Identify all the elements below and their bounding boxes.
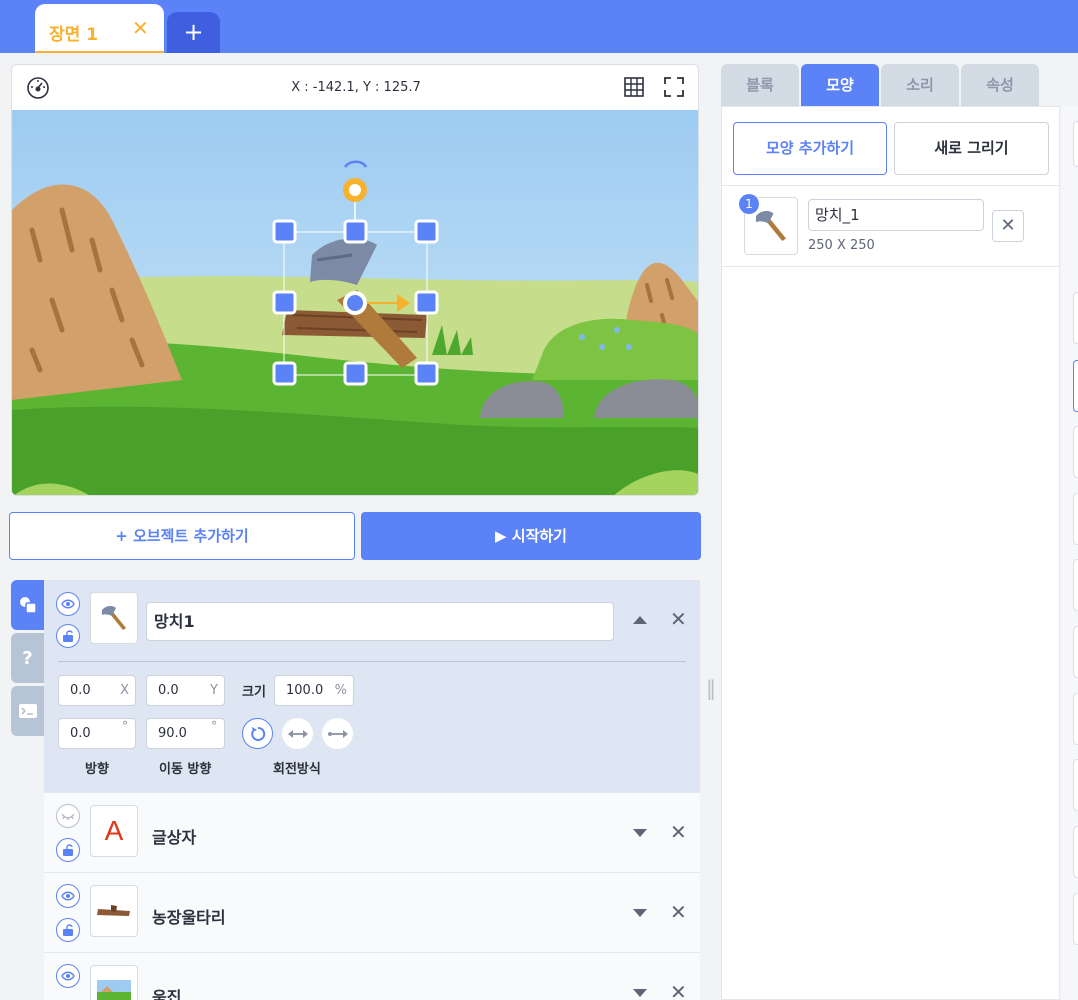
rotate-free-button[interactable] (242, 718, 273, 749)
eye-closed-icon[interactable] (56, 804, 80, 828)
delete-object-icon[interactable]: ✕ (670, 900, 687, 924)
unlock-icon[interactable] (56, 918, 80, 942)
grid-icon[interactable] (623, 76, 645, 98)
editor-control[interactable] (1073, 826, 1078, 878)
object-list: 망치1 ✕ 0.0 X 0.0 Y 크기 100.0% 0.0 ° 90.0 ° 방향 … (44, 580, 700, 1000)
expand-icon[interactable] (633, 829, 647, 837)
collapse-icon[interactable] (633, 616, 647, 624)
direction-field[interactable]: 0.0 ° (58, 718, 136, 749)
stage-header: X : -142.1, Y : 125.7 (12, 65, 698, 110)
list-item[interactable]: A 글상자 ✕ (44, 792, 700, 872)
flip-horizontal-icon (287, 729, 308, 738)
fullscreen-icon[interactable] (663, 76, 685, 98)
editor-control[interactable] (1073, 360, 1078, 412)
rotation-method-label: 회전방식 (273, 762, 321, 777)
object-panel-tabs: ? (11, 580, 44, 739)
object-thumbnail (90, 885, 138, 937)
editor-control[interactable] (1073, 759, 1078, 811)
object-name: 농장울타리 (152, 908, 226, 927)
stage-panel: X : -142.1, Y : 125.7 (11, 64, 699, 496)
help-icon: ? (22, 647, 33, 669)
tab-shapes[interactable]: 모양 (801, 64, 879, 106)
editor-control[interactable] (1073, 693, 1078, 745)
eye-icon[interactable] (56, 884, 80, 908)
start-button[interactable]: ▶ 시작하기 (361, 512, 701, 560)
tab-sounds[interactable]: 소리 (881, 64, 959, 106)
scene-tab-label: 장면 1 (49, 25, 99, 45)
textbox-icon: A (104, 815, 124, 846)
draw-new-button[interactable]: 새로 그리기 (894, 122, 1049, 175)
stage-canvas[interactable] (12, 110, 699, 496)
delete-object-icon[interactable]: ✕ (670, 820, 687, 844)
editor-control[interactable] (1073, 292, 1078, 344)
move-direction-label: 이동 방향 (159, 762, 212, 777)
object-thumbnail: A (90, 805, 138, 857)
fence-icon (97, 905, 130, 916)
rotate-none-button[interactable] (322, 718, 353, 749)
add-scene-button[interactable]: + (167, 12, 220, 53)
selected-object-card[interactable]: 망치1 ✕ 0.0 X 0.0 Y 크기 100.0% 0.0 ° 90.0 ° 방향 … (44, 580, 700, 792)
editor-control[interactable] (1073, 426, 1078, 478)
tab-console[interactable] (11, 686, 44, 736)
shape-name-input[interactable]: 망치_1 (808, 199, 984, 231)
tab-help[interactable]: ? (11, 633, 44, 683)
size-label: 크기 (242, 685, 266, 700)
expand-icon[interactable] (633, 909, 647, 917)
paint-editor-edge (1061, 106, 1078, 1000)
mouse-coordinates: X : -142.1, Y : 125.7 (291, 80, 421, 95)
object-name: 글상자 (152, 828, 197, 847)
tab-properties[interactable]: 속성 (961, 64, 1039, 106)
shape-thumbnail: 1 (739, 194, 798, 255)
eye-icon[interactable] (56, 592, 80, 616)
add-shape-button[interactable]: 모양 추가하기 (733, 122, 887, 175)
object-thumbnail (90, 592, 138, 644)
rotate-icon (250, 726, 265, 741)
objects-icon (19, 597, 37, 614)
x-field[interactable]: 0.0 X (58, 675, 136, 706)
panel-resize-handle[interactable]: ‖ (706, 676, 716, 700)
object-name-input[interactable]: 망치1 (146, 602, 614, 641)
editor-control[interactable] (1073, 121, 1078, 167)
delete-object-icon[interactable]: ✕ (670, 607, 687, 631)
shape-index-badge: 1 (739, 194, 759, 214)
delete-shape-icon[interactable]: ✕ (992, 210, 1024, 242)
divider (58, 661, 686, 662)
tab-objects[interactable] (11, 580, 44, 630)
add-object-button[interactable]: + 오브젝트 추가하기 (9, 512, 355, 560)
delete-object-icon[interactable]: ✕ (670, 980, 687, 1000)
close-icon[interactable]: ✕ (132, 16, 149, 40)
rotate-horizontal-button[interactable] (282, 718, 313, 749)
scene-bar: 장면 1 ✕ + (0, 0, 1078, 53)
object-name: 움집 (152, 988, 182, 1000)
editor-control[interactable] (1073, 493, 1078, 545)
scene-tab[interactable]: 장면 1 ✕ (35, 4, 164, 53)
hammer-icon (102, 605, 126, 630)
shape-size: 250 X 250 (808, 238, 875, 253)
no-rotate-icon (327, 729, 348, 738)
editor-control[interactable] (1073, 626, 1078, 678)
hammer-icon (756, 210, 786, 241)
move-direction-field[interactable]: 90.0 ° (146, 718, 225, 749)
list-item[interactable]: 농장울타리 ✕ (44, 872, 700, 952)
list-item[interactable]: 움집 ✕ (44, 952, 700, 1000)
y-field[interactable]: 0.0 Y (146, 675, 225, 706)
tab-blocks[interactable]: 블록 (721, 64, 799, 106)
direction-label: 방향 (85, 762, 109, 777)
shape-item[interactable]: 1 망치_1 250 X 250 ✕ (722, 185, 1059, 267)
unlock-icon[interactable] (56, 624, 80, 648)
unlock-icon[interactable] (56, 838, 80, 862)
expand-icon[interactable] (633, 989, 647, 997)
hut-icon (97, 980, 131, 1000)
eye-icon[interactable] (56, 964, 80, 988)
editor-control[interactable] (1073, 559, 1078, 611)
console-icon (18, 704, 37, 718)
editor-control[interactable] (1073, 893, 1078, 945)
shape-panel: 모양 추가하기 새로 그리기 1 망치_1 250 X 250 ✕ (721, 106, 1060, 1000)
object-thumbnail (90, 965, 138, 1000)
size-field[interactable]: 100.0% (274, 675, 354, 706)
